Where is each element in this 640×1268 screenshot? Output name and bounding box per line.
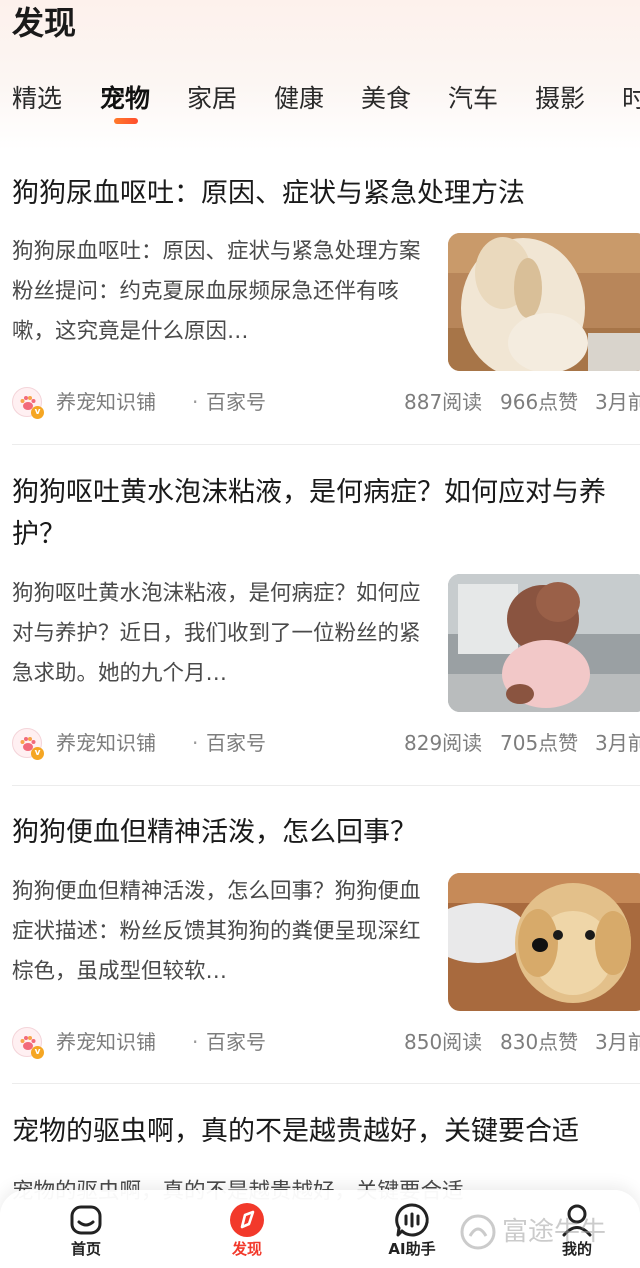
tab-auto[interactable]: 汽车 [448,80,498,118]
article-thumbnail[interactable] [448,574,640,712]
verified-badge-icon: v [31,747,44,760]
meta-separator: · [192,1030,199,1054]
read-count: 829阅读 [404,731,483,755]
article-meta: v 养宠知识铺 · 百家号 850阅读 830点赞 3月前 [12,1024,640,1060]
like-count: 830点赞 [500,1030,579,1054]
tab-pets[interactable]: 宠物 [100,80,150,118]
discover-icon [230,1203,264,1237]
watermark-logo-icon [460,1214,496,1250]
read-count: 850阅读 [404,1030,483,1054]
divider [12,785,640,786]
tab-health[interactable]: 健康 [274,80,324,118]
like-count: 966点赞 [500,390,579,414]
verified-badge-icon: v [31,1046,44,1059]
article-thumbnail[interactable] [448,873,640,1011]
source-label: 百家号 [206,731,266,755]
article-summary[interactable]: 狗狗尿血呕吐：原因、症状与紧急处理方案粉丝提问：约克夏尿血尿频尿急还伴有咳嗽，这… [12,232,422,352]
source-label: 百家号 [206,1030,266,1054]
nav-label: 首页 [70,1240,101,1258]
header: 发现 精选 宠物 家居 健康 美食 汽车 摄影 时 [0,0,640,150]
author-name[interactable]: 养宠知识铺 [56,1024,156,1060]
article-meta: v 养宠知识铺 · 百家号 887阅读 966点赞 3月前 [12,384,640,420]
read-count: 887阅读 [404,390,483,414]
author-name[interactable]: 养宠知识铺 [56,384,156,420]
meta-separator: · [192,390,199,414]
watermark-text: 富途牛牛 [502,1217,607,1247]
active-tab-indicator [114,118,138,124]
golden-retriever-image [448,873,640,1011]
tab-featured[interactable]: 精选 [12,80,62,118]
article-title[interactable]: 狗狗尿血呕吐：原因、症状与紧急处理方法 [12,173,640,215]
nav-label: AI助手 [388,1240,436,1258]
author-avatar[interactable]: v [12,728,44,760]
verified-badge-icon: v [31,406,44,419]
author-avatar[interactable]: v [12,387,44,419]
watermark: 富途牛牛 [460,1212,630,1252]
publish-date: 3月前 [595,390,640,414]
nav-home[interactable]: 首页 [36,1198,136,1262]
divider [12,444,640,445]
article-summary[interactable]: 狗狗便血但精神活泼，怎么回事？狗狗便血症状描述：粉丝反馈其狗狗的粪便呈现深红棕色… [12,872,422,992]
poodle-image [448,574,640,712]
tab-photography[interactable]: 摄影 [535,80,585,118]
puppy-image [448,233,640,371]
category-tabs: 精选 宠物 家居 健康 美食 汽车 摄影 时 [0,80,640,130]
nav-ai-assistant[interactable]: AI助手 [362,1198,462,1262]
nav-label: 发现 [231,1240,262,1258]
page-title: 发现 [12,4,77,42]
article-meta: v 养宠知识铺 · 百家号 829阅读 705点赞 3月前 [12,725,640,761]
like-count: 705点赞 [500,731,579,755]
ai-assistant-icon [395,1203,429,1237]
article-summary[interactable]: 狗狗呕吐黄水泡沫粘液，是何病症？如何应对与养护？近日，我们收到了一位粉丝的紧急求… [12,574,422,694]
tab-food[interactable]: 美食 [361,80,411,118]
tab-partial[interactable]: 时 [622,80,640,118]
home-icon [70,1205,102,1235]
author-name[interactable]: 养宠知识铺 [56,725,156,761]
tab-home[interactable]: 家居 [187,80,237,118]
publish-date: 3月前 [595,1030,640,1054]
article-title[interactable]: 狗狗便血但精神活泼，怎么回事？ [12,812,640,854]
source-label: 百家号 [206,390,266,414]
article-title[interactable]: 宠物的驱虫啊，真的不是越贵越好，关键要合适 [12,1111,640,1153]
article-title[interactable]: 狗狗呕吐黄水泡沫粘液，是何病症？如何应对与养护？ [12,472,640,556]
divider [12,1083,640,1084]
meta-separator: · [192,731,199,755]
nav-discover[interactable]: 发现 [197,1198,297,1262]
publish-date: 3月前 [595,731,640,755]
author-avatar[interactable]: v [12,1027,44,1059]
article-thumbnail[interactable] [448,233,640,371]
